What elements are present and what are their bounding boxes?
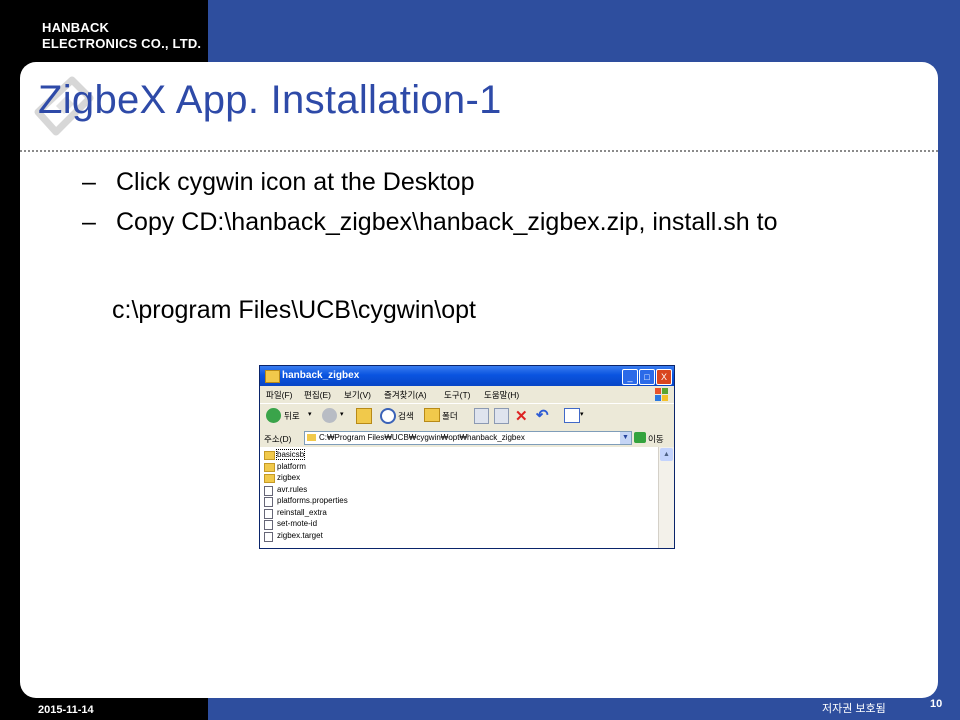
menu-file[interactable]: 파일(F) bbox=[266, 389, 293, 401]
move-to-icon[interactable] bbox=[474, 408, 489, 424]
menu-favorites[interactable]: 즐겨찾기(A) bbox=[384, 389, 427, 401]
bullet-item: – Copy CD:\hanback_zigbex\hanback_zigbex… bbox=[82, 206, 932, 238]
chevron-down-icon[interactable]: ▾ bbox=[580, 410, 584, 426]
explorer-titlebar[interactable]: hanback_zigbex _ □ X bbox=[260, 366, 674, 386]
explorer-addressbar: 주소(D) C:₩Program Files₩UCB₩cygwin₩opt₩ha… bbox=[260, 429, 674, 447]
file-icon bbox=[264, 485, 273, 496]
vertical-scrollbar[interactable]: ▲ bbox=[658, 447, 674, 548]
folders-icon[interactable] bbox=[424, 408, 440, 422]
folder-up-icon[interactable] bbox=[356, 408, 372, 424]
back-arrow-icon[interactable] bbox=[266, 408, 281, 423]
folder-icon bbox=[264, 462, 275, 472]
bullet-dash: – bbox=[82, 208, 96, 236]
windows-logo-icon bbox=[655, 388, 668, 401]
company-name: HANBACK ELECTRONICS CO., LTD. bbox=[42, 20, 201, 52]
bullet-text: Click cygwin icon at the Desktop bbox=[116, 168, 475, 196]
file-icon bbox=[264, 508, 273, 519]
bullet-list: – Click cygwin icon at the Desktop – Cop… bbox=[82, 166, 932, 246]
slide-title: ZigbeX App. Installation-1 bbox=[38, 78, 502, 122]
page-number: 10 bbox=[930, 698, 943, 710]
chevron-down-icon[interactable]: ▾ bbox=[308, 410, 312, 426]
search-button-label[interactable]: 검색 bbox=[398, 410, 414, 422]
menu-view[interactable]: 보기(V) bbox=[344, 389, 371, 401]
list-item[interactable]: platforms.properties bbox=[264, 496, 644, 508]
bullet-item: – Click cygwin icon at the Desktop bbox=[82, 166, 932, 198]
minimize-button[interactable]: _ bbox=[622, 369, 638, 385]
undo-icon[interactable]: ↶ bbox=[536, 406, 549, 424]
scroll-up-arrow-icon[interactable]: ▲ bbox=[660, 448, 673, 461]
folder-icon bbox=[264, 474, 275, 483]
close-button[interactable]: X bbox=[656, 369, 672, 385]
file-name[interactable]: zigbex bbox=[277, 473, 300, 482]
list-item[interactable]: reinstall_extra bbox=[264, 508, 644, 520]
file-name[interactable]: platforms.properties bbox=[277, 496, 348, 505]
file-name[interactable]: basicsb bbox=[275, 449, 306, 460]
file-name[interactable]: platform bbox=[277, 462, 306, 471]
footer-date: 2015-11-14 bbox=[38, 704, 94, 716]
company-name-line2: ELECTRONICS CO., LTD. bbox=[42, 36, 202, 51]
chevron-down-icon[interactable]: ▼ bbox=[620, 432, 631, 444]
file-icon bbox=[264, 520, 273, 530]
explorer-window: hanback_zigbex _ □ X 파일(F) 편집(E) 보기(V) 즐… bbox=[259, 365, 675, 549]
file-list: basicsb platform zigbex avr.rules platfo… bbox=[264, 449, 644, 543]
search-icon[interactable] bbox=[380, 408, 396, 424]
footer-copyright: 저자권 보호됨 bbox=[822, 703, 886, 715]
bullet-text: Copy CD:\hanback_zigbex\hanback_zigbex.z… bbox=[116, 208, 778, 236]
file-name[interactable]: reinstall_extra bbox=[277, 508, 327, 517]
install-path-text: c:\program Files\UCB\cygwin\opt bbox=[112, 296, 477, 324]
company-name-line1: HANBACK bbox=[42, 20, 110, 35]
address-value[interactable]: C:₩Program Files₩UCB₩cygwin₩opt₩hanback_… bbox=[319, 433, 525, 442]
folder-icon bbox=[307, 434, 316, 441]
file-name[interactable]: zigbex.target bbox=[277, 531, 323, 540]
list-item[interactable]: zigbex bbox=[264, 473, 644, 485]
back-button-label[interactable]: 뒤로 bbox=[284, 410, 300, 422]
folders-button-label[interactable]: 폴더 bbox=[442, 410, 458, 422]
file-icon bbox=[264, 531, 273, 542]
file-name[interactable]: set-mote-id bbox=[277, 519, 317, 528]
go-button-label[interactable]: 이동 bbox=[648, 433, 664, 445]
bullet-dash: – bbox=[82, 168, 96, 196]
go-arrow-icon[interactable] bbox=[634, 432, 646, 443]
forward-arrow-icon[interactable] bbox=[322, 408, 337, 423]
chevron-down-icon[interactable]: ▾ bbox=[340, 410, 344, 426]
menu-tools[interactable]: 도구(T) bbox=[444, 389, 471, 401]
views-icon[interactable] bbox=[564, 408, 580, 423]
list-item[interactable]: zigbex.target bbox=[264, 531, 644, 543]
title-divider bbox=[20, 150, 938, 152]
explorer-title: hanback_zigbex bbox=[282, 370, 360, 381]
menu-help[interactable]: 도움말(H) bbox=[484, 389, 519, 401]
maximize-button[interactable]: □ bbox=[639, 369, 655, 385]
file-name[interactable]: avr.rules bbox=[277, 485, 307, 494]
explorer-menubar: 파일(F) 편집(E) 보기(V) 즐겨찾기(A) 도구(T) 도움말(H) bbox=[260, 386, 674, 403]
copy-to-icon[interactable] bbox=[494, 408, 509, 424]
file-icon bbox=[264, 497, 273, 507]
address-input[interactable]: C:₩Program Files₩UCB₩cygwin₩opt₩hanback_… bbox=[304, 431, 632, 445]
list-item[interactable]: set-mote-id bbox=[264, 519, 644, 531]
address-label: 주소(D) bbox=[264, 434, 292, 444]
folder-icon bbox=[265, 370, 280, 383]
list-item[interactable]: basicsb bbox=[264, 449, 644, 462]
delete-icon[interactable]: ✕ bbox=[515, 407, 528, 425]
folder-icon bbox=[264, 451, 275, 460]
explorer-toolbar: 뒤로 ▾ ▾ 검색 폴더 ✕ ↶ ▾ bbox=[260, 403, 674, 430]
list-item[interactable]: avr.rules bbox=[264, 485, 644, 497]
menu-edit[interactable]: 편집(E) bbox=[304, 389, 331, 401]
list-item[interactable]: platform bbox=[264, 462, 644, 474]
